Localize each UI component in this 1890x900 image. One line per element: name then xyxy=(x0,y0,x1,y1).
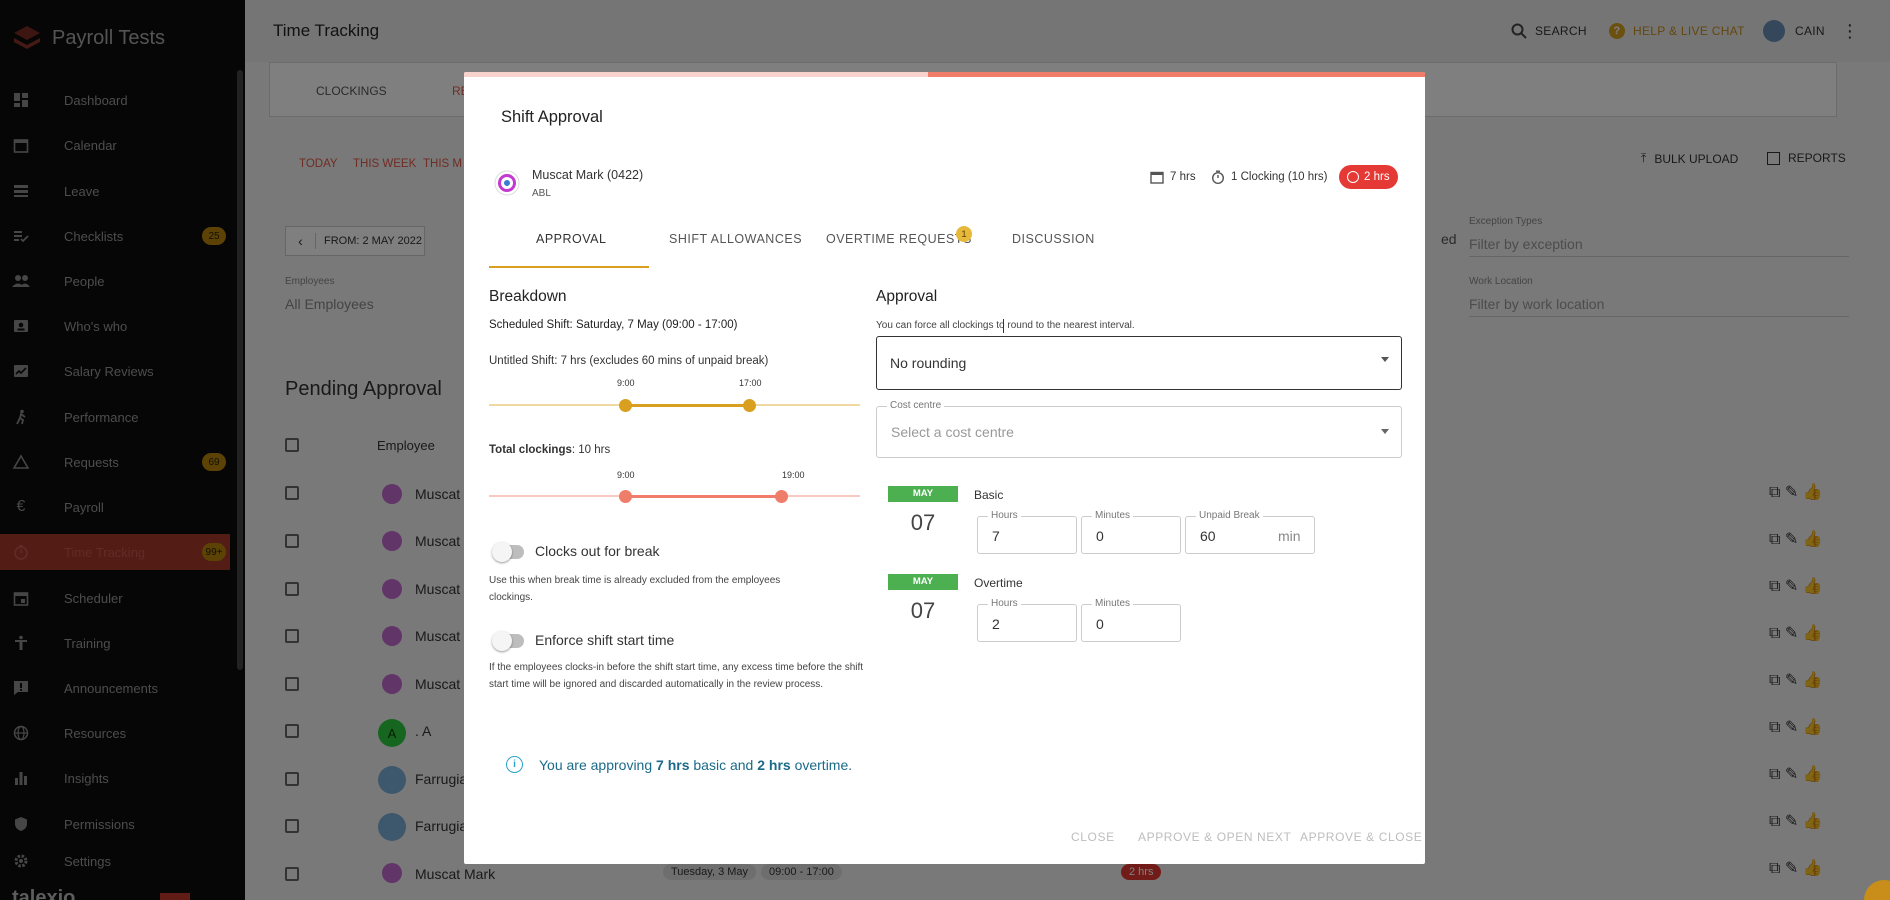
progress-bar xyxy=(464,72,1425,77)
clock-start-handle[interactable] xyxy=(619,490,632,503)
total-clockings: Total clockings: 10 hrs xyxy=(489,444,610,456)
untitled-shift-text: Untitled Shift: 7 hrs (excludes 60 mins … xyxy=(489,355,769,367)
clocks-out-for-break-toggle[interactable] xyxy=(492,542,524,562)
overtime-hours-field[interactable]: Hours 2 xyxy=(977,598,1077,642)
cost-centre-select[interactable]: Cost centre Select a cost centre xyxy=(876,400,1402,458)
basic-minutes-field[interactable]: Minutes 0 xyxy=(1081,510,1181,554)
hours-label: Hours xyxy=(988,598,1021,609)
shift-end-tick: 17:00 xyxy=(739,378,762,388)
shift-approval-dialog: Shift Approval Muscat Mark (0422) ABL 7 … xyxy=(464,72,1425,864)
summary-basic-hours: 7 hrs xyxy=(656,757,690,773)
overtime-minutes-value: 0 xyxy=(1096,616,1104,632)
dialog-title: Shift Approval xyxy=(501,108,603,126)
tab-approval[interactable]: APPROVAL xyxy=(536,232,606,246)
employee-avatar xyxy=(494,170,520,196)
scheduled-shift-text: Scheduled Shift: Saturday, 7 May (09:00 … xyxy=(489,319,738,331)
overtime-requests-badge: 1 xyxy=(956,226,972,242)
overtime-minutes-field[interactable]: Minutes 0 xyxy=(1081,598,1181,642)
overtime-day: 07 xyxy=(910,598,936,623)
clock-end-handle[interactable] xyxy=(775,490,788,503)
enforce-shift-start-label: Enforce shift start time xyxy=(535,632,675,648)
minutes-label: Minutes xyxy=(1092,510,1134,521)
summary-text: overtime. xyxy=(790,757,853,773)
overtime-label: Overtime xyxy=(974,576,1023,590)
break-help-text: Use this when break time is already excl… xyxy=(489,575,781,603)
overtime-date-badge: MAY 07 xyxy=(888,574,958,624)
progress-fill xyxy=(928,72,1425,77)
enforce-help-text: If the employees clocks-in before the sh… xyxy=(489,662,864,690)
tab-discussion[interactable]: DISCUSSION xyxy=(1012,232,1095,246)
clockings-stat: 1 Clocking (10 hrs) xyxy=(1211,170,1328,184)
basic-minutes-value: 0 xyxy=(1096,528,1104,544)
shift-end-handle[interactable] xyxy=(743,399,756,412)
breakdown-heading: Breakdown xyxy=(489,288,567,305)
rounding-select[interactable]: No rounding xyxy=(876,336,1402,390)
tab-shift-allowances[interactable]: SHIFT ALLOWANCES xyxy=(669,232,802,246)
basic-month: MAY xyxy=(888,486,958,502)
calendar-icon xyxy=(1150,171,1164,184)
summary-text: basic and xyxy=(689,757,758,773)
unpaid-break-unit: min xyxy=(1278,528,1301,544)
basic-date-badge: MAY 07 xyxy=(888,486,958,536)
clockings-summary: 1 Clocking (10 hrs) xyxy=(1231,171,1328,183)
chevron-down-icon xyxy=(1381,429,1389,434)
basic-day: 07 xyxy=(910,510,936,535)
basic-label: Basic xyxy=(974,488,1004,502)
alarm-icon xyxy=(1347,171,1359,183)
clockings-slider-range xyxy=(625,495,780,498)
approval-heading: Approval xyxy=(876,288,938,305)
summary-overtime-hours: 2 hrs xyxy=(757,757,791,773)
approval-summary: You are approving 7 hrs basic and 2 hrs … xyxy=(539,757,852,773)
approve-open-next-button[interactable]: APPROVE & OPEN NEXT xyxy=(1138,830,1291,844)
clock-start-tick: 9:00 xyxy=(617,470,635,480)
clocks-out-for-break-label: Clocks out for break xyxy=(535,543,660,559)
overtime-stat-badge: 2 hrs xyxy=(1339,165,1398,189)
shift-start-handle[interactable] xyxy=(619,399,632,412)
basic-hours-value: 7 xyxy=(992,528,1000,544)
approve-close-button[interactable]: APPROVE & CLOSE xyxy=(1300,830,1422,844)
employee-name[interactable]: Muscat Mark (0422) xyxy=(532,168,643,182)
stopwatch-icon xyxy=(1212,170,1224,184)
info-icon: i xyxy=(506,756,523,773)
unpaid-break-field[interactable]: Unpaid Break 60 min xyxy=(1185,510,1315,554)
employee-department: ABL xyxy=(532,188,551,199)
chevron-down-icon xyxy=(1381,357,1389,362)
overtime-hours-value: 2 xyxy=(992,616,1000,632)
scheduled-hours: 7 hrs xyxy=(1170,171,1196,183)
cost-centre-label: Cost centre xyxy=(887,400,945,411)
tab-overtime-requests[interactable]: OVERTIME REQUESTS xyxy=(826,232,972,246)
toggle-knob xyxy=(492,631,512,651)
total-clockings-value: : 10 hrs xyxy=(571,444,611,456)
clock-end-tick: 19:00 xyxy=(782,470,805,480)
unpaid-break-value: 60 xyxy=(1200,528,1216,544)
active-tab-indicator xyxy=(489,266,649,268)
minutes-label: Minutes xyxy=(1092,598,1134,609)
close-button[interactable]: CLOSE xyxy=(1071,830,1115,844)
rounding-help-text: You can force all clockings to round to … xyxy=(876,320,1135,331)
shift-start-tick: 9:00 xyxy=(617,378,635,388)
rounding-value: No rounding xyxy=(890,355,967,371)
total-clockings-label: Total clockings xyxy=(489,444,572,456)
toggle-knob xyxy=(492,542,512,562)
overtime-month: MAY xyxy=(888,574,958,590)
text-cursor xyxy=(1003,319,1004,333)
summary-text: You are approving xyxy=(539,757,657,773)
enforce-shift-start-toggle[interactable] xyxy=(492,631,524,651)
basic-hours-field[interactable]: Hours 7 xyxy=(977,510,1077,554)
cost-centre-placeholder: Select a cost centre xyxy=(891,424,1014,440)
shift-slider-range xyxy=(625,404,750,407)
scheduled-hours-stat: 7 hrs xyxy=(1150,170,1196,184)
unpaid-break-label: Unpaid Break xyxy=(1196,510,1263,521)
overtime-hours: 2 hrs xyxy=(1364,171,1390,183)
hours-label: Hours xyxy=(988,510,1021,521)
